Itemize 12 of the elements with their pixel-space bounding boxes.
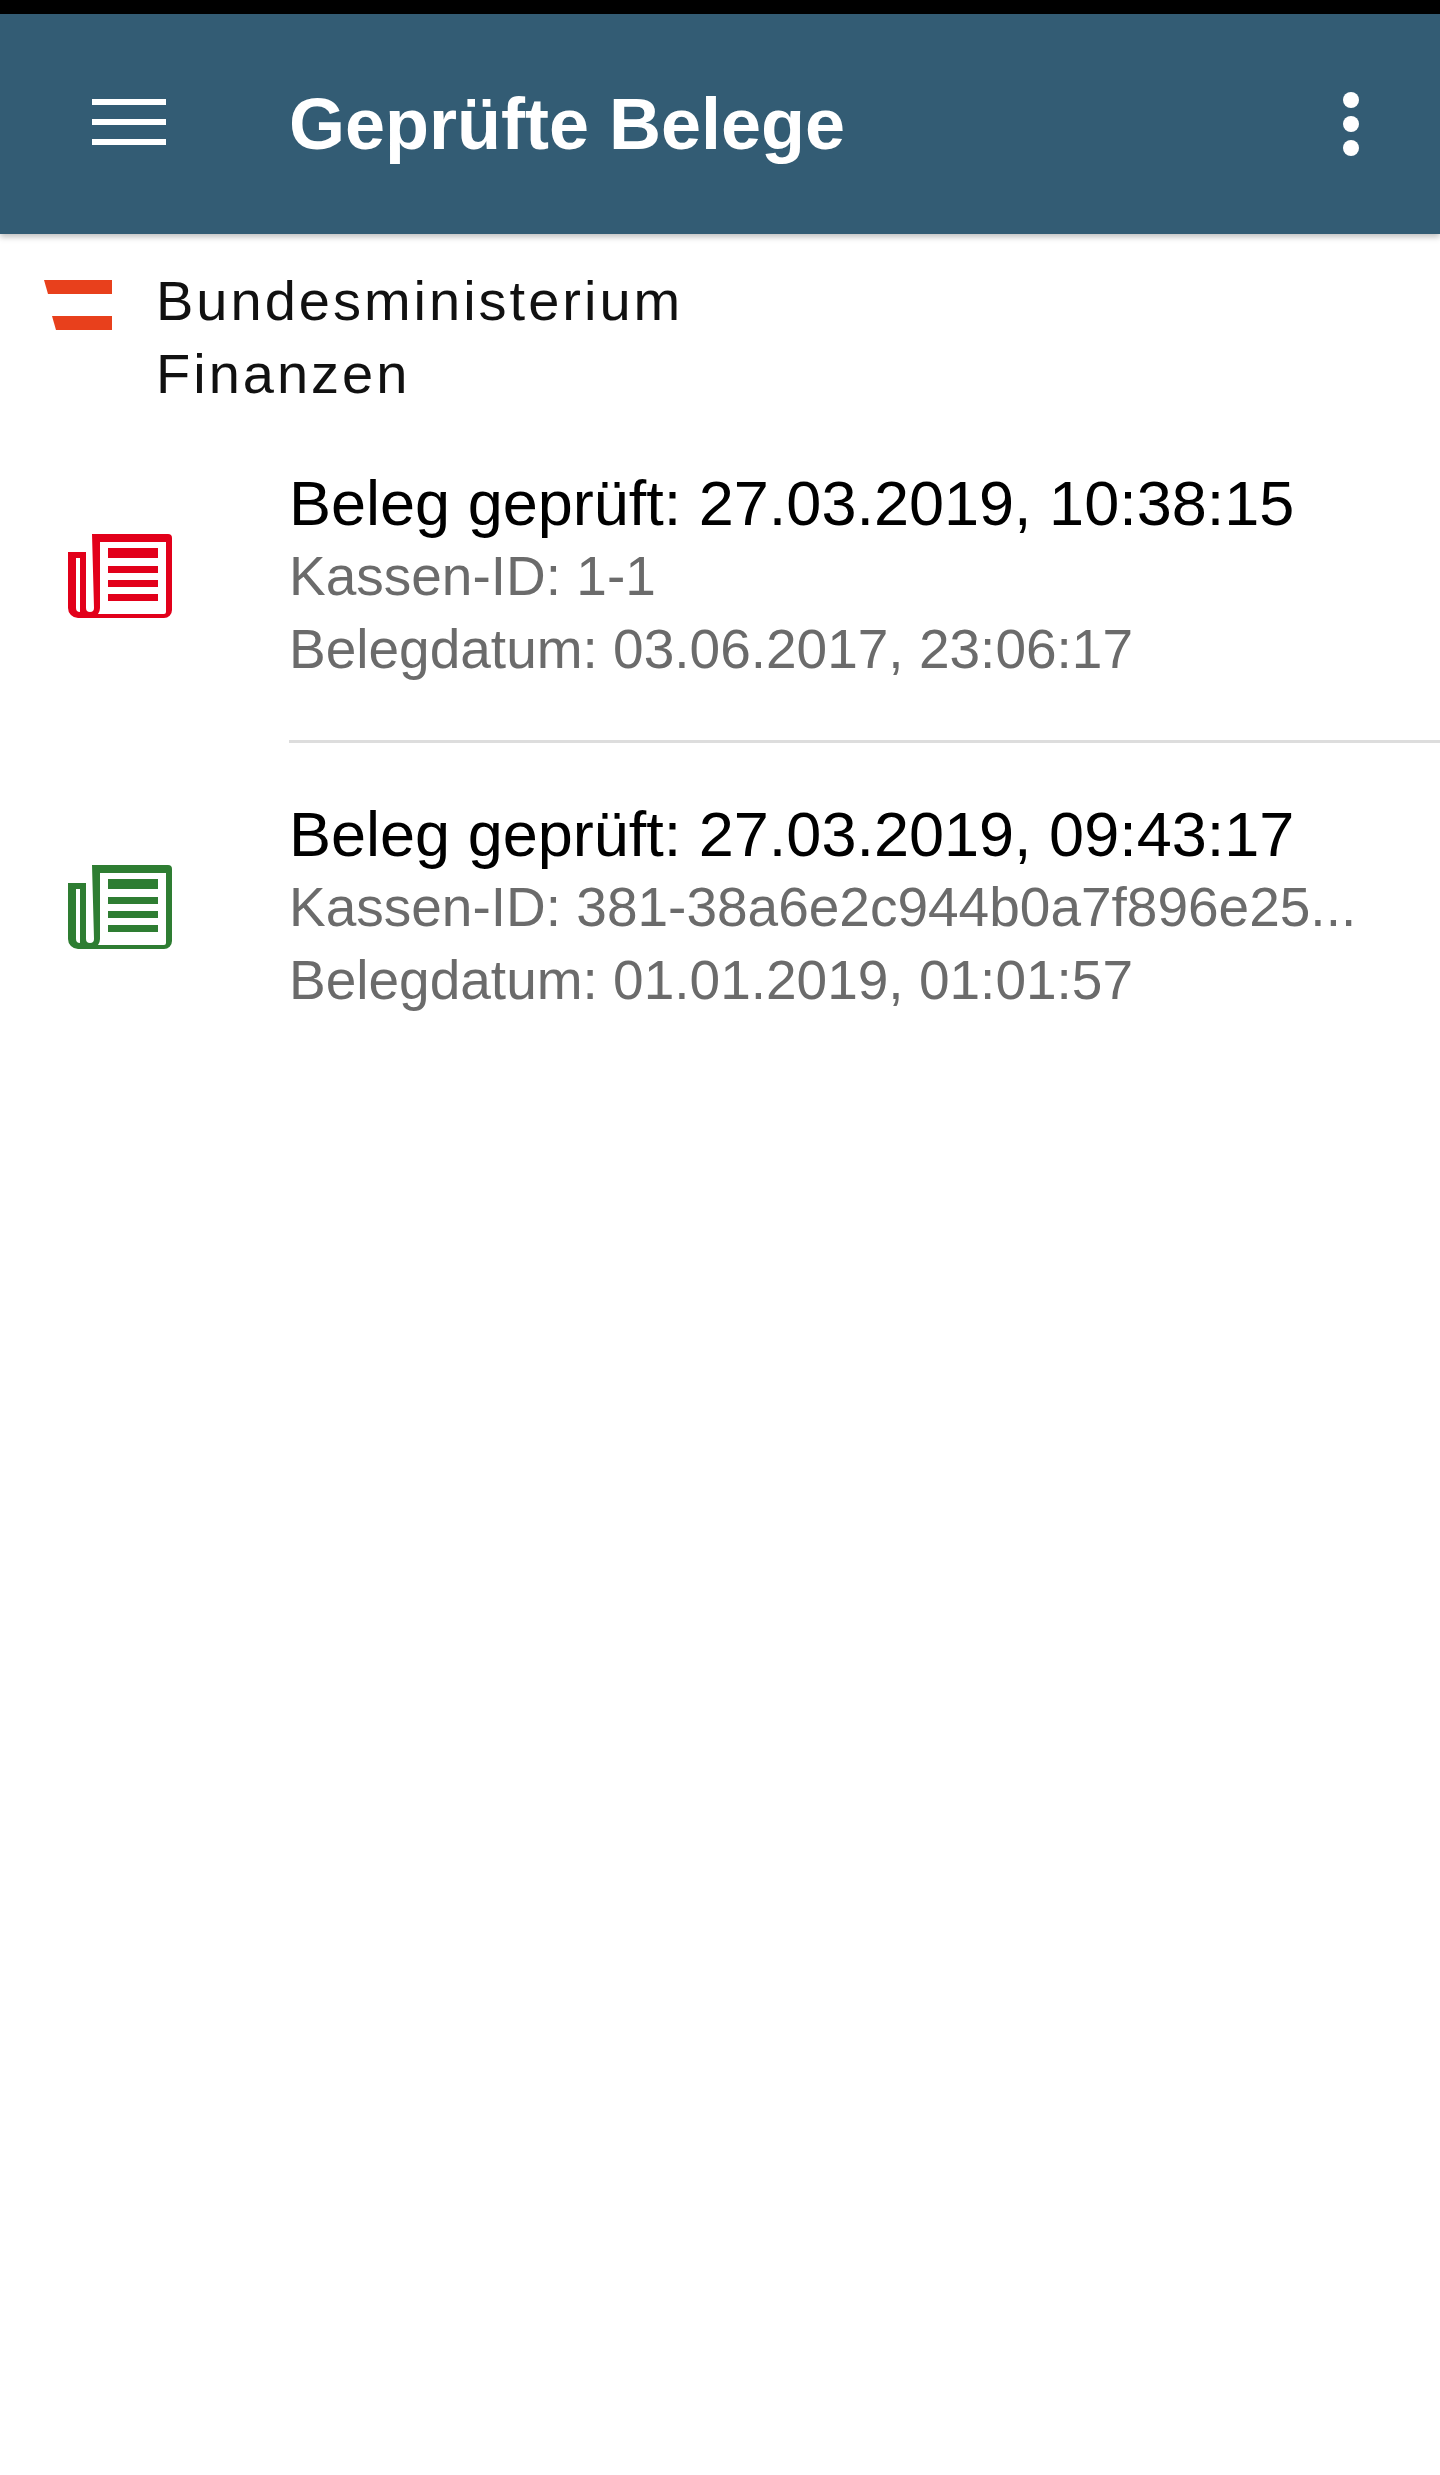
receipt-title[interactable]: Beleg geprüft: 27.03.2019, 09:43:17	[289, 797, 1357, 871]
menu-icon[interactable]	[92, 99, 166, 145]
receipt-title[interactable]: Beleg geprüft: 27.03.2019, 10:38:15	[289, 466, 1295, 540]
screen-title: Geprüfte Belege	[289, 83, 847, 165]
receipt-date: Belegdatum: 01.01.2019, 01:01:57	[289, 948, 1134, 1013]
ministry-name: Bundesministerium	[156, 268, 684, 334]
register-id: Kassen-ID: 381-38a6e2c944b0a7f896e25...	[289, 875, 1357, 940]
register-id: Kassen-ID: 1-1	[289, 544, 657, 609]
ministry-department: Finanzen	[156, 341, 412, 407]
more-options-icon[interactable]	[1342, 91, 1360, 157]
receipt-date: Belegdatum: 03.06.2017, 23:06:17	[289, 617, 1134, 682]
flag-logo-icon	[44, 280, 112, 330]
